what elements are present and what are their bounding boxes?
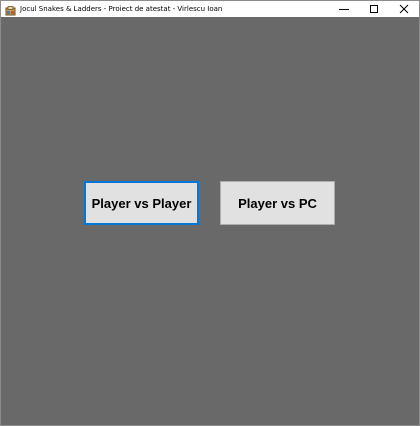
- title-bar[interactable]: Jocul Snakes & Ladders - Proiect de ates…: [1, 1, 419, 17]
- window-controls: [329, 1, 419, 17]
- maximize-button[interactable]: [359, 1, 389, 17]
- minimize-icon: [339, 9, 349, 10]
- minimize-button[interactable]: [329, 1, 359, 17]
- app-icon[interactable]: [5, 4, 16, 15]
- maximize-icon: [370, 5, 378, 13]
- player-vs-player-button[interactable]: Player vs Player: [84, 181, 199, 225]
- close-button[interactable]: [389, 1, 419, 17]
- close-icon: [399, 4, 409, 14]
- player-vs-pc-button[interactable]: Player vs PC: [220, 181, 335, 225]
- window-title: Jocul Snakes & Ladders - Proiect de ates…: [20, 5, 223, 13]
- game-menu-area: Player vs Player Player vs PC: [1, 17, 419, 425]
- app-window: Jocul Snakes & Ladders - Proiect de ates…: [0, 0, 420, 426]
